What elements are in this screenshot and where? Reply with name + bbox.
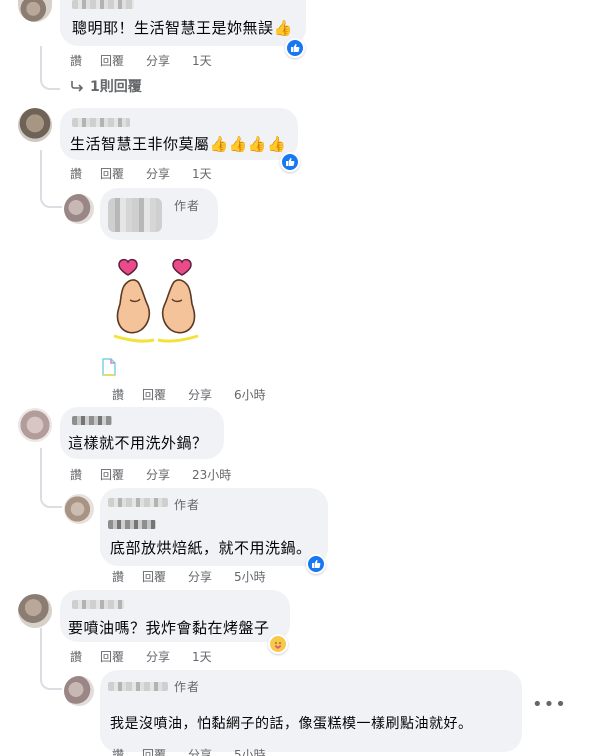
share-button[interactable]: 分享: [188, 568, 234, 585]
like-button[interactable]: 讚: [112, 746, 142, 756]
reply-button[interactable]: 回覆: [142, 746, 188, 756]
comment-bubble: 作者: [100, 188, 218, 240]
more-options-icon[interactable]: •••: [532, 694, 567, 715]
thread-connector: [40, 628, 62, 690]
share-button[interactable]: 分享: [188, 746, 234, 756]
comment-text: 我是沒噴油，怕黏網子的話，像蛋糕模一樣刷點油就好。: [110, 716, 473, 732]
like-button[interactable]: 讚: [70, 52, 100, 69]
thread-connector: [40, 46, 60, 90]
comment-timestamp[interactable]: 6小時: [234, 386, 266, 403]
reply-button[interactable]: 回覆: [100, 165, 146, 182]
comment-text: 要噴油嗎？我炸會黏在烤盤子: [68, 619, 270, 637]
like-reaction-icon[interactable]: [306, 554, 326, 574]
like-button[interactable]: 讚: [112, 386, 142, 403]
like-button[interactable]: 讚: [70, 466, 100, 483]
comment-bubble: 作者 我是沒噴油，怕黏網子的話，像蛋糕模一樣刷點油就好。: [100, 670, 522, 752]
thread-connector: [40, 448, 62, 508]
author-badge: 作者: [174, 680, 201, 694]
like-button[interactable]: 讚: [112, 568, 142, 585]
avatar[interactable]: [64, 676, 94, 706]
comment-timestamp[interactable]: 1天: [192, 648, 212, 665]
comment-bubble: 這樣就不用洗外鍋？: [60, 407, 224, 459]
commenter-name[interactable]: [108, 682, 168, 691]
commenter-name[interactable]: [108, 198, 162, 232]
care-reaction-icon[interactable]: [268, 634, 288, 654]
comment-timestamp[interactable]: 1天: [192, 165, 212, 182]
author-badge: 作者: [174, 498, 201, 512]
commenter-name[interactable]: [72, 0, 134, 9]
comment-timestamp[interactable]: 1天: [192, 52, 212, 69]
comment-text: 底部放烘焙紙，就不用洗鍋。: [110, 539, 312, 557]
comment-text: 這樣就不用洗外鍋？: [68, 434, 208, 452]
like-reaction-icon[interactable]: [280, 152, 300, 172]
comment-actions: 讚 回覆 分享 5小時: [112, 746, 266, 756]
reply-button[interactable]: 回覆: [142, 568, 188, 585]
comment-actions: 讚 回覆 分享 1天: [70, 165, 212, 182]
comment-bubble: 作者 底部放烘焙紙，就不用洗鍋。: [100, 488, 328, 566]
commenter-subname: [108, 520, 156, 529]
comment-bubble: 要噴油嗎？我炸會黏在烤盤子: [60, 590, 290, 642]
avatar[interactable]: [18, 594, 52, 628]
comment-bubble: 生活智慧王非你莫屬👍👍👍👍: [60, 108, 298, 160]
finger-hearts-sticker[interactable]: [110, 256, 202, 348]
share-button[interactable]: 分享: [188, 386, 234, 403]
comment-actions: 讚 回覆 分享 1天: [70, 648, 212, 665]
commenter-name[interactable]: [72, 118, 130, 127]
author-badge: 作者: [174, 199, 201, 213]
like-button[interactable]: 讚: [70, 648, 100, 665]
comment-text: 聰明耶！生活智慧王是妳無誤👍: [72, 19, 293, 37]
comment-actions: 讚 回覆 分享 5小時: [112, 568, 266, 585]
reply-button[interactable]: 回覆: [100, 52, 146, 69]
comment-actions: 讚 回覆 分享 1天: [70, 52, 212, 69]
comment-timestamp[interactable]: 23小時: [192, 466, 231, 483]
comment-actions: 讚 回覆 分享 23小時: [70, 466, 231, 483]
reply-arrow-icon: [71, 81, 84, 92]
avatar[interactable]: [18, 0, 52, 22]
like-reaction-icon[interactable]: [285, 38, 305, 58]
view-replies-link[interactable]: 1則回覆: [70, 76, 142, 96]
comment-timestamp[interactable]: 5小時: [234, 746, 266, 756]
share-button[interactable]: 分享: [146, 165, 192, 182]
comment-actions: 讚 回覆 分享 6小時: [112, 386, 266, 403]
comment-text: 生活智慧王非你莫屬👍👍👍👍: [70, 135, 287, 153]
comment-timestamp[interactable]: 5小時: [234, 568, 266, 585]
reply-button[interactable]: 回覆: [100, 648, 146, 665]
reply-button[interactable]: 回覆: [100, 466, 146, 483]
comment-bubble: 聰明耶！生活智慧王是妳無誤👍: [60, 0, 306, 46]
share-button[interactable]: 分享: [146, 466, 192, 483]
commenter-name[interactable]: [108, 498, 168, 507]
share-button[interactable]: 分享: [146, 648, 192, 665]
share-button[interactable]: 分享: [146, 52, 192, 69]
reply-button[interactable]: 回覆: [142, 386, 188, 403]
thread-connector: [40, 150, 62, 208]
avatar[interactable]: [64, 494, 94, 524]
commenter-name[interactable]: [72, 416, 112, 425]
like-button[interactable]: 讚: [70, 165, 100, 182]
commenter-name[interactable]: [72, 600, 124, 609]
view-replies-label: 1則回覆: [90, 79, 142, 95]
avatar[interactable]: [64, 194, 94, 224]
avatar[interactable]: [18, 108, 52, 142]
avatar[interactable]: [18, 408, 52, 442]
sticker-file-icon[interactable]: [102, 358, 116, 376]
